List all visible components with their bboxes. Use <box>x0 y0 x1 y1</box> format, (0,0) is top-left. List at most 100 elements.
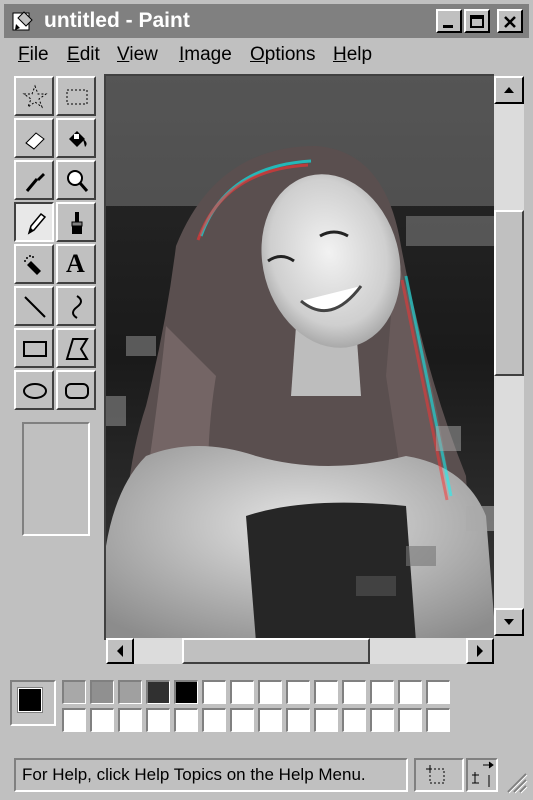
horizontal-scrollbar[interactable] <box>106 638 494 664</box>
fill-bucket-icon <box>69 131 87 147</box>
toolbox: A <box>10 76 102 666</box>
palette-swatch[interactable] <box>314 680 338 704</box>
size-icon <box>472 761 494 787</box>
maximize-icon <box>470 15 484 28</box>
tool-free-form-select[interactable] <box>14 76 54 116</box>
color-palette <box>4 674 529 746</box>
palette-swatch[interactable] <box>370 680 394 704</box>
palette-swatch[interactable] <box>426 708 450 732</box>
palette-swatch[interactable] <box>370 708 394 732</box>
palette-swatch[interactable] <box>258 708 282 732</box>
canvas-image[interactable] <box>106 76 494 640</box>
minimize-icon <box>443 25 453 28</box>
status-position-pane <box>414 758 464 792</box>
tool-rectangle[interactable] <box>14 328 54 368</box>
vertical-scroll-thumb[interactable] <box>494 210 524 376</box>
status-size-pane <box>466 758 498 792</box>
tool-airbrush[interactable] <box>14 244 54 284</box>
tool-ellipse[interactable] <box>14 370 54 410</box>
scroll-right-button[interactable] <box>466 638 494 664</box>
arrow-down-icon <box>504 619 514 625</box>
palette-swatch[interactable] <box>398 708 422 732</box>
scroll-up-button[interactable] <box>494 76 524 104</box>
tool-brush[interactable] <box>56 202 96 242</box>
tool-text[interactable]: A <box>56 244 96 284</box>
scroll-left-button[interactable] <box>106 638 134 664</box>
menu-file[interactable]: File <box>18 44 49 66</box>
palette-swatch[interactable] <box>230 680 254 704</box>
eyedropper-icon <box>25 173 45 192</box>
menu-edit[interactable]: Edit <box>67 44 100 66</box>
menu-bar: File Edit View Image Options Help <box>4 40 529 70</box>
palette-swatch[interactable] <box>174 680 198 704</box>
palette-swatch[interactable] <box>314 708 338 732</box>
tool-pick-color[interactable] <box>14 160 54 200</box>
resize-grip-icon[interactable] <box>504 770 528 794</box>
palette-swatch[interactable] <box>174 708 198 732</box>
palette-swatch[interactable] <box>342 680 366 704</box>
palette-swatch[interactable] <box>146 680 170 704</box>
close-button[interactable] <box>497 9 523 33</box>
palette-swatch[interactable] <box>90 680 114 704</box>
title-bar[interactable]: untitled - Paint <box>4 4 529 38</box>
horizontal-scroll-thumb[interactable] <box>182 638 370 664</box>
tool-line[interactable] <box>14 286 54 326</box>
menu-view[interactable]: View <box>117 44 158 66</box>
tool-select[interactable] <box>56 76 96 116</box>
tool-magnifier[interactable] <box>56 160 96 200</box>
palette-swatch[interactable] <box>230 708 254 732</box>
arrow-up-icon <box>504 87 514 93</box>
maximize-button[interactable] <box>464 9 490 33</box>
rect-select-icon <box>66 89 88 105</box>
palette-swatch[interactable] <box>286 708 310 732</box>
arrow-right-icon <box>477 645 483 657</box>
palette-swatch[interactable] <box>118 680 142 704</box>
star-select-icon <box>22 84 48 109</box>
rectangle-icon <box>23 341 47 357</box>
palette-swatch[interactable] <box>62 680 86 704</box>
palette-swatch[interactable] <box>202 680 226 704</box>
menu-options[interactable]: Options <box>250 44 315 66</box>
paint-app-icon <box>12 11 33 31</box>
tool-options-box[interactable] <box>22 422 90 536</box>
rounded-rect-icon <box>65 383 89 399</box>
arrow-left-icon <box>117 645 123 657</box>
palette-swatch[interactable] <box>286 680 310 704</box>
status-message-box: For Help, click Help Topics on the Help … <box>14 758 408 792</box>
palette-swatch[interactable] <box>342 708 366 732</box>
menu-image[interactable]: Image <box>179 44 232 66</box>
palette-swatch[interactable] <box>90 708 114 732</box>
tool-pencil[interactable] <box>14 202 54 242</box>
palette-swatch[interactable] <box>118 708 142 732</box>
scroll-corner <box>494 638 524 664</box>
tool-curve[interactable] <box>56 286 96 326</box>
current-colors[interactable] <box>10 680 56 726</box>
palette-swatch[interactable] <box>258 680 282 704</box>
foreground-color[interactable] <box>18 688 42 712</box>
close-icon <box>504 16 516 28</box>
palette-swatch[interactable] <box>146 708 170 732</box>
eraser-icon <box>25 132 45 150</box>
minimize-button[interactable] <box>436 9 462 33</box>
tool-polygon[interactable] <box>56 328 96 368</box>
palette-swatch[interactable] <box>398 680 422 704</box>
tool-eraser[interactable] <box>14 118 54 158</box>
position-icon <box>426 765 445 784</box>
status-bar: For Help, click Help Topics on the Help … <box>4 752 529 796</box>
line-icon <box>24 296 46 318</box>
status-message: For Help, click Help Topics on the Help … <box>22 765 366 784</box>
paint-window: untitled - Paint File Edit View Image Op… <box>0 0 533 800</box>
ellipse-icon <box>23 383 47 399</box>
tool-rounded-rectangle[interactable] <box>56 370 96 410</box>
scroll-down-button[interactable] <box>494 608 524 636</box>
palette-swatch[interactable] <box>62 708 86 732</box>
palette-swatch[interactable] <box>426 680 450 704</box>
magnifier-icon <box>67 170 89 192</box>
tool-fill[interactable] <box>56 118 96 158</box>
polygon-icon <box>65 338 89 360</box>
palette-swatch[interactable] <box>202 708 226 732</box>
menu-help[interactable]: Help <box>333 44 372 66</box>
vertical-scrollbar[interactable] <box>494 76 524 636</box>
text-icon: A <box>66 249 85 278</box>
canvas-area[interactable] <box>104 74 494 640</box>
